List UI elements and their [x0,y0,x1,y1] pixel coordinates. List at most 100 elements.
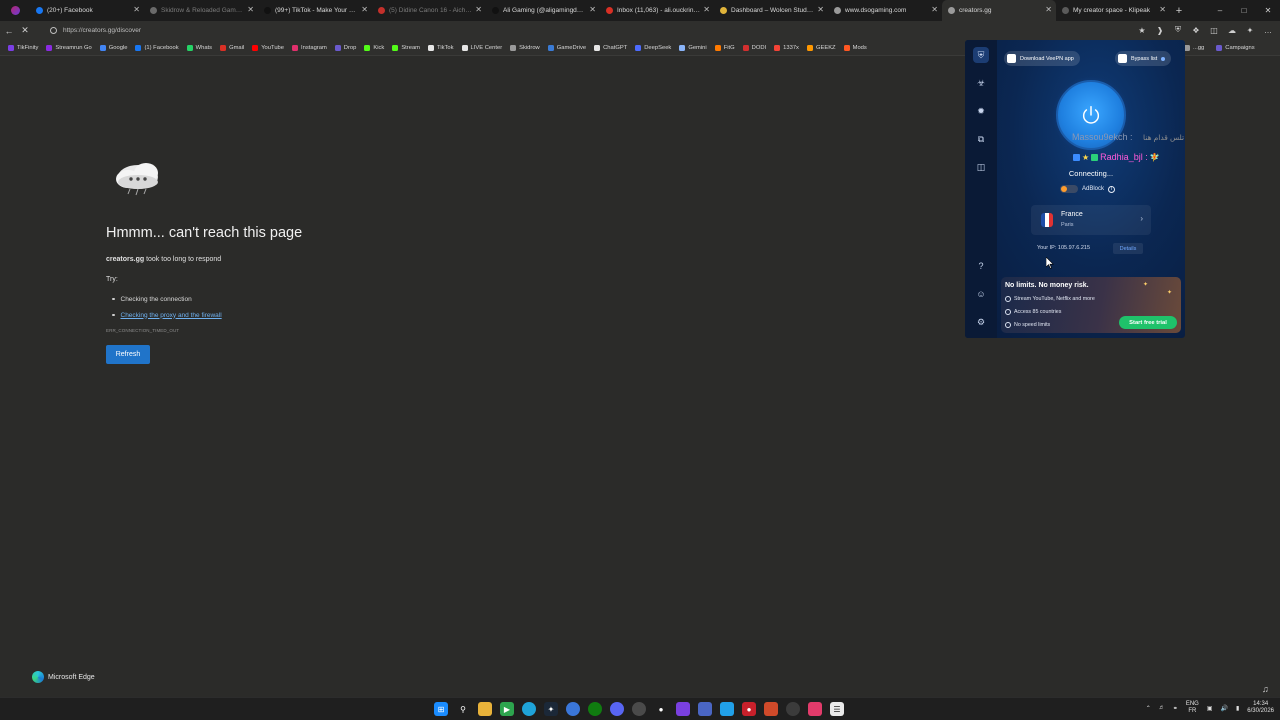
streamlabs-icon[interactable] [808,702,822,716]
tab[interactable]: (5) Didine Canon 16 - Aicha La ✕ [372,0,486,21]
copilot-icon[interactable]: ✦ [1244,23,1256,37]
speaker-icon[interactable]: ♬ [1159,705,1165,711]
split-screen-icon[interactable]: ◫ [1208,23,1220,37]
file-explorer-icon[interactable] [478,702,492,716]
close-tab-icon[interactable]: ✕ [247,5,254,14]
app-icon[interactable] [698,702,712,716]
favorite-item[interactable]: FitG [711,41,739,55]
reload-button[interactable]: ✕ [18,23,32,39]
tab[interactable]: www.dsogaming.com ✕ [828,0,942,21]
bypass-list-button[interactable]: Bypass list [1115,51,1172,66]
close-tab-icon[interactable]: ✕ [1159,5,1166,14]
tab[interactable]: Skidrow & Reloaded Games – F✕ [144,0,258,21]
favorite-item[interactable]: Gmail [216,41,248,55]
favorite-item[interactable]: Whats [183,41,216,55]
favorite-item[interactable]: Google [96,41,132,55]
favorite-item[interactable]: TikFinity [4,41,42,55]
help-icon[interactable]: ? [975,260,987,272]
read-aloud-icon[interactable]: ❱ [1154,23,1166,37]
info-icon[interactable]: i [1108,185,1116,193]
terminal-icon[interactable]: ▶ [500,702,514,716]
vscode-icon[interactable] [720,702,734,716]
favorite-item[interactable]: Campaigns [1212,41,1258,55]
favorite-item[interactable]: Skidrow [506,41,544,55]
details-button[interactable]: Details [1113,243,1143,254]
bug-icon[interactable]: ☣ [975,77,987,89]
tab[interactable]: creators.gg ✕ [942,0,1056,21]
xbox-icon[interactable] [588,702,602,716]
notepad-icon[interactable]: ☰ [830,702,844,716]
steam-icon[interactable]: ✦ [544,702,558,716]
favorite-item[interactable]: YouTube [248,41,288,55]
favorite-item[interactable]: 1337x [770,41,803,55]
tab[interactable]: My creator space - Klipeak ✕ [1056,0,1170,21]
favorite-item[interactable]: ChatGPT [590,41,631,55]
close-tab-icon[interactable]: ✕ [589,5,596,14]
network-icon[interactable]: ▣ [1207,705,1213,712]
maximize-button[interactable]: □ [1232,0,1256,21]
favorite-item[interactable]: Stream [388,41,424,55]
tab[interactable]: Ali Gaming (@aligamingdz16) | ✕ [486,0,600,21]
start-icon[interactable]: ⊞ [434,702,448,716]
close-tab-icon[interactable]: ✕ [703,5,710,14]
close-tab-icon[interactable]: ✕ [817,5,824,14]
close-tab-icon[interactable]: ✕ [1045,5,1052,14]
account-icon[interactable]: ☺ [975,288,987,300]
suggestion-item[interactable]: Checking the proxy and the firewall [112,307,222,323]
favorite-star-icon[interactable]: ★ [1136,23,1148,37]
vpn-extension-icon[interactable]: ⛨ [1172,23,1184,37]
favorite-item[interactable]: GEEKZ [803,41,840,55]
favorite-item[interactable]: LIVE Center [458,41,507,55]
recorder-icon[interactable]: ● [742,702,756,716]
favorite-item[interactable]: Kick [360,41,388,55]
start-free-trial-button[interactable]: Start free trial [1119,316,1177,329]
tab[interactable]: (20+) Facebook ✕ [30,0,144,21]
favorite-item[interactable]: TikTok [424,41,458,55]
favorite-item[interactable]: Gemini [675,41,710,55]
favorite-item[interactable]: DODI [739,41,771,55]
twitch-icon[interactable] [676,702,690,716]
extensions-icon[interactable]: ❖ [1190,23,1202,37]
tab[interactable]: (99+) TikTok - Make Your Day ✕ [258,0,372,21]
layers-icon[interactable]: ⧉ [975,133,987,145]
tab[interactable]: Dashboard – Wolcen Studio Co ✕ [714,0,828,21]
more-menu-icon[interactable]: … [1262,23,1274,37]
globe-icon[interactable] [566,702,580,716]
search-icon[interactable]: ⚲ [456,702,470,716]
devices-icon[interactable]: ◫ [975,161,987,173]
close-tab-icon[interactable]: ✕ [931,5,938,14]
new-tab-button[interactable]: + [1170,5,1188,17]
language-indicator[interactable]: ENG FR [1186,701,1199,715]
download-app-button[interactable]: Download VeePN app [1004,51,1080,66]
favorite-item[interactable]: DeepSeek [631,41,675,55]
close-tab-icon[interactable]: ✕ [475,5,482,14]
site-info-icon[interactable] [50,27,57,34]
settings-icon[interactable]: ⚙ [975,316,987,328]
virus-icon[interactable]: ✹ [975,105,987,117]
suggestion-text[interactable]: Checking the proxy and the firewall [121,312,222,319]
refresh-button[interactable]: Refresh [106,345,150,364]
collections-icon[interactable]: ☁ [1226,23,1238,37]
browser-profile-icon[interactable] [0,0,30,21]
close-tab-icon[interactable]: ✕ [133,5,140,14]
edge-icon[interactable] [522,702,536,716]
volume-icon[interactable]: 🔊 [1221,705,1228,712]
tab[interactable]: Inbox (11,063) - ali.ouckrine253 ✕ [600,0,714,21]
chrome-icon[interactable] [786,702,800,716]
discord-icon[interactable] [610,702,624,716]
voice-access-icon[interactable]: ♫ [1262,684,1269,694]
minimize-button[interactable]: – [1208,0,1232,21]
adblock-toggle[interactable] [1060,185,1078,193]
favorite-item[interactable]: Mods [840,41,871,55]
tool-icon[interactable] [764,702,778,716]
clock[interactable]: 14:34 6/30/2026 [1247,701,1274,715]
chevron-up-icon[interactable]: ⌃ [1146,705,1151,712]
location-selector[interactable]: France Paris › [1031,205,1151,235]
favorite-item[interactable]: (1) Facebook [131,41,182,55]
github-icon[interactable]: ● [654,702,668,716]
back-button[interactable]: ← [2,23,16,39]
close-window-button[interactable]: ✕ [1256,0,1280,21]
battery-icon[interactable]: ▮ [1236,705,1239,712]
microphone-icon[interactable]: ⚭ [1173,705,1178,712]
favorite-item[interactable]: Streamrun Go [42,41,95,55]
